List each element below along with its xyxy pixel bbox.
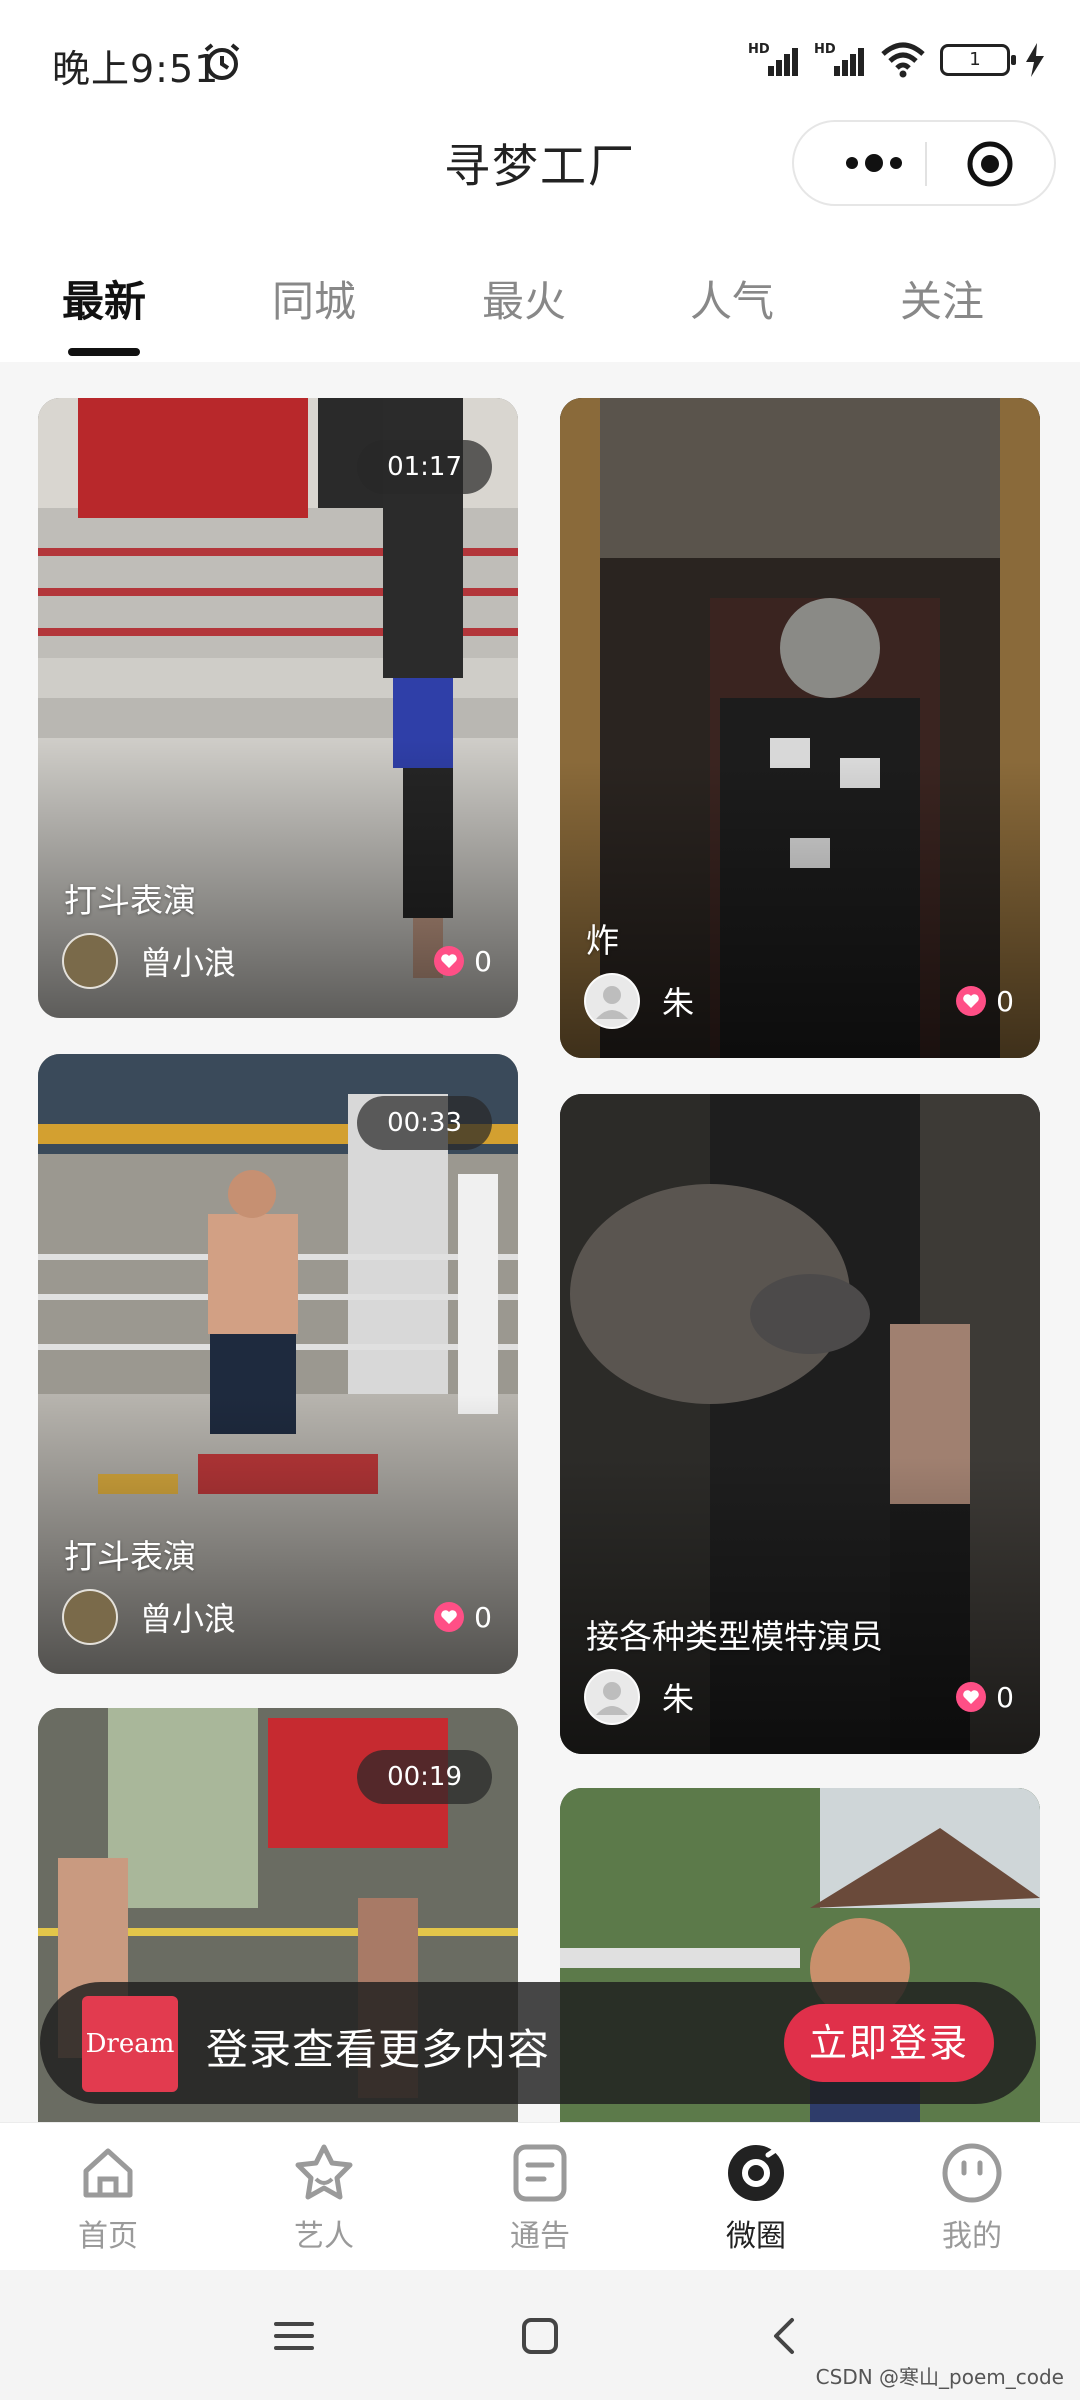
category-tabs: 最新 同城 最火 人气 关注 xyxy=(0,240,1080,362)
feed: 01:17 打斗表演 曾小浪 0 00:33 打斗表演 曾小浪 0 00:19 … xyxy=(0,362,1080,2122)
card-author[interactable]: 朱 xyxy=(584,1668,694,1726)
tab-hottest[interactable]: 最火 xyxy=(444,268,604,329)
tab-same-city[interactable]: 同城 xyxy=(234,268,394,329)
heart-icon xyxy=(956,986,987,1016)
like-count: 0 xyxy=(996,984,1014,1018)
status-indicators: HD HD 1 xyxy=(748,40,1046,80)
like-count: 0 xyxy=(474,1600,492,1634)
wifi-icon xyxy=(881,42,925,78)
active-tab-indicator xyxy=(68,348,140,356)
video-card[interactable]: 炸 朱 0 xyxy=(560,398,1040,1058)
tabbar-label: 首页 xyxy=(78,2219,138,2254)
star-person-icon xyxy=(295,2144,353,2200)
author-name: 朱 xyxy=(662,1680,695,1718)
login-banner: Dream 登录查看更多内容 立即登录 xyxy=(40,1982,1036,2104)
home-icon xyxy=(83,2148,133,2198)
card-title: 打斗表演 xyxy=(64,881,196,920)
notice-icon xyxy=(513,2144,567,2202)
login-button[interactable]: 立即登录 xyxy=(784,2004,994,2082)
close-miniprogram-icon[interactable] xyxy=(966,140,1014,188)
card-title: 打斗表演 xyxy=(64,1537,196,1576)
tabbar-label: 我的 xyxy=(942,2219,1002,2254)
video-card[interactable]: 01:17 打斗表演 曾小浪 0 xyxy=(38,398,518,1018)
video-card[interactable]: 00:33 打斗表演 曾小浪 0 xyxy=(38,1054,518,1674)
like-counter[interactable]: 0 xyxy=(956,1668,1014,1726)
home-button-icon[interactable] xyxy=(518,2314,562,2358)
smiley-icon xyxy=(942,2143,1002,2203)
tabbar-label: 艺人 xyxy=(294,2219,354,2254)
signal-icon: HD xyxy=(814,42,866,78)
author-name: 朱 xyxy=(662,984,695,1022)
author-name: 曾小浪 xyxy=(140,1600,237,1638)
card-title: 炸 xyxy=(586,921,619,960)
tab-latest[interactable]: 最新 xyxy=(24,268,184,329)
tabbar-item-artists[interactable]: 艺人 xyxy=(254,2141,394,2255)
watermark: CSDN @寒山_poem_code xyxy=(815,2365,1064,2389)
circle-icon xyxy=(728,2145,784,2201)
bottom-tabbar: 首页 艺人 通告 微圈 我的 xyxy=(0,2122,1080,2270)
like-count: 0 xyxy=(474,944,492,978)
card-author[interactable]: 曾小浪 xyxy=(62,932,236,990)
alarm-icon xyxy=(204,43,240,80)
video-duration: 00:19 xyxy=(357,1750,492,1804)
card-title: 接各种类型模特演员 xyxy=(586,1617,883,1656)
video-card[interactable]: 接各种类型模特演员 朱 0 xyxy=(560,1094,1040,1754)
avatar xyxy=(62,933,118,989)
battery-icon: 1 xyxy=(940,44,1016,76)
default-avatar-icon xyxy=(584,973,640,1029)
back-icon[interactable] xyxy=(764,2314,808,2358)
capsule-divider xyxy=(925,142,927,186)
tab-popular[interactable]: 人气 xyxy=(652,268,812,329)
heart-icon xyxy=(956,1682,987,1712)
card-author[interactable]: 曾小浪 xyxy=(62,1588,236,1646)
brand-logo: Dream xyxy=(82,1996,178,2092)
signal-icon: HD xyxy=(748,42,800,78)
like-count: 0 xyxy=(996,1680,1014,1714)
avatar xyxy=(62,1589,118,1645)
tabbar-item-home[interactable]: 首页 xyxy=(38,2141,178,2255)
author-name: 曾小浪 xyxy=(140,944,237,982)
heart-icon xyxy=(434,946,465,976)
default-avatar-icon xyxy=(584,1669,640,1725)
tabbar-item-mine[interactable]: 我的 xyxy=(902,2141,1042,2255)
tabbar-label: 通告 xyxy=(510,2219,570,2254)
video-duration: 00:33 xyxy=(357,1096,492,1150)
card-author[interactable]: 朱 xyxy=(584,972,694,1030)
video-duration: 01:17 xyxy=(357,440,492,494)
status-bar: 晚上9:51 HD HD 1 xyxy=(0,0,1080,120)
login-prompt: 登录查看更多内容 xyxy=(206,2025,551,2074)
tab-following[interactable]: 关注 xyxy=(862,268,1022,329)
tabbar-label: 微圈 xyxy=(726,2219,786,2254)
more-icon[interactable] xyxy=(824,122,924,204)
like-counter[interactable]: 0 xyxy=(434,1588,492,1646)
like-counter[interactable]: 0 xyxy=(434,932,492,990)
miniprogram-capsule xyxy=(792,120,1056,206)
menu-icon[interactable] xyxy=(272,2314,316,2358)
heart-icon xyxy=(434,1602,465,1632)
like-counter[interactable]: 0 xyxy=(956,972,1014,1030)
nav-bar: 寻梦工厂 xyxy=(0,120,1080,240)
tabbar-item-notices[interactable]: 通告 xyxy=(470,2141,610,2255)
tabbar-item-circle[interactable]: 微圈 xyxy=(686,2141,826,2255)
status-time: 晚上9:51 xyxy=(52,47,220,91)
charging-icon xyxy=(1026,43,1044,77)
system-nav-bar: CSDN @寒山_poem_code xyxy=(0,2270,1080,2400)
